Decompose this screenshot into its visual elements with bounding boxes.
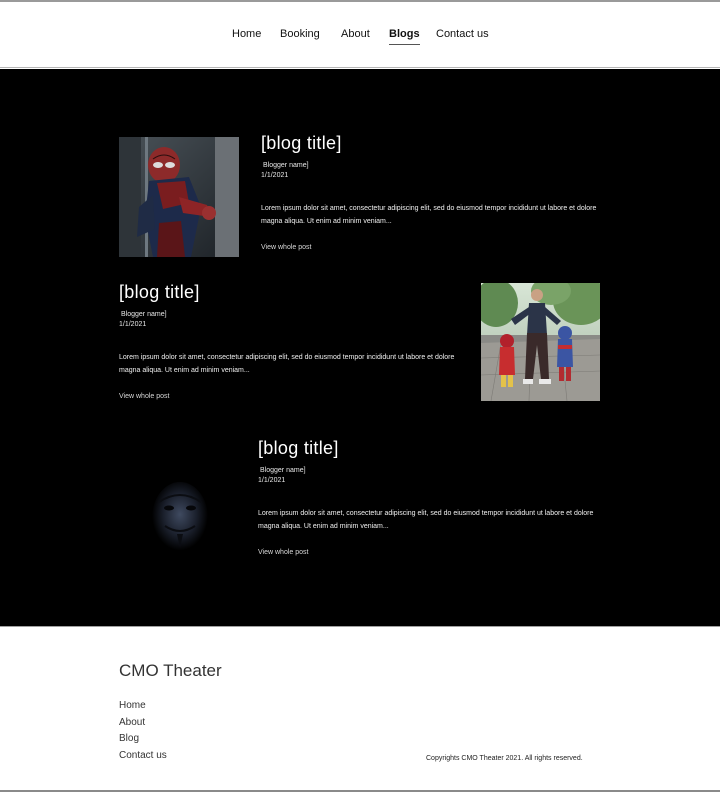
post-author: Blogger name] <box>260 467 306 474</box>
post-date: 1/1/2021 <box>258 477 286 484</box>
post-author: Blogger name] <box>263 162 309 169</box>
footer-link-about[interactable]: About <box>119 717 145 728</box>
site-header: Home Booking About Blogs Contact us <box>0 2 720 68</box>
view-post-link[interactable]: View whole post <box>119 393 169 400</box>
nav-booking[interactable]: Booking <box>280 28 320 40</box>
footer-link-blog[interactable]: Blog <box>119 733 139 744</box>
nav-blogs[interactable]: Blogs <box>389 28 420 45</box>
kids-superheroes-image <box>481 283 600 401</box>
blog-list: [blog title] Blogger name] 1/1/2021 Lore… <box>0 69 720 626</box>
view-post-link[interactable]: View whole post <box>261 244 311 251</box>
main-nav: Home Booking About Blogs Contact us <box>0 28 720 48</box>
nav-about[interactable]: About <box>341 28 370 40</box>
blog-post: [blog title] Blogger name] 1/1/2021 Lore… <box>0 269 720 419</box>
kids-superheroes-photo[interactable] <box>481 283 600 401</box>
post-author: Blogger name] <box>121 311 167 318</box>
nav-contact[interactable]: Contact us <box>436 28 489 40</box>
post-title[interactable]: [blog title] <box>258 438 339 459</box>
nav-home[interactable]: Home <box>232 28 261 40</box>
post-title[interactable]: [blog title] <box>261 133 342 154</box>
mask-image <box>119 450 239 570</box>
spiderman-photo[interactable] <box>119 137 239 257</box>
footer-link-home[interactable]: Home <box>119 700 146 711</box>
spiderman-image <box>119 137 239 257</box>
post-date: 1/1/2021 <box>261 172 289 179</box>
view-post-link[interactable]: View whole post <box>258 549 308 556</box>
post-date: 1/1/2021 <box>119 321 147 328</box>
guy-fawkes-mask-photo[interactable] <box>119 450 239 570</box>
post-excerpt: Lorem ipsum dolor sit amet, consectetur … <box>258 510 594 530</box>
site-footer: CMO Theater Home About Blog Contact us C… <box>0 626 720 792</box>
blog-post: [blog title] Blogger name] 1/1/2021 Lore… <box>0 419 720 626</box>
blog-post: [blog title] Blogger name] 1/1/2021 Lore… <box>0 69 720 269</box>
post-excerpt: Lorem ipsum dolor sit amet, consectetur … <box>261 205 597 225</box>
copyright-text: Copyrights CMO Theater 2021. All rights … <box>426 755 583 762</box>
post-excerpt: Lorem ipsum dolor sit amet, consectetur … <box>119 354 455 374</box>
footer-brand: CMO Theater <box>119 661 222 680</box>
post-title[interactable]: [blog title] <box>119 282 200 303</box>
footer-link-contact[interactable]: Contact us <box>119 750 167 761</box>
